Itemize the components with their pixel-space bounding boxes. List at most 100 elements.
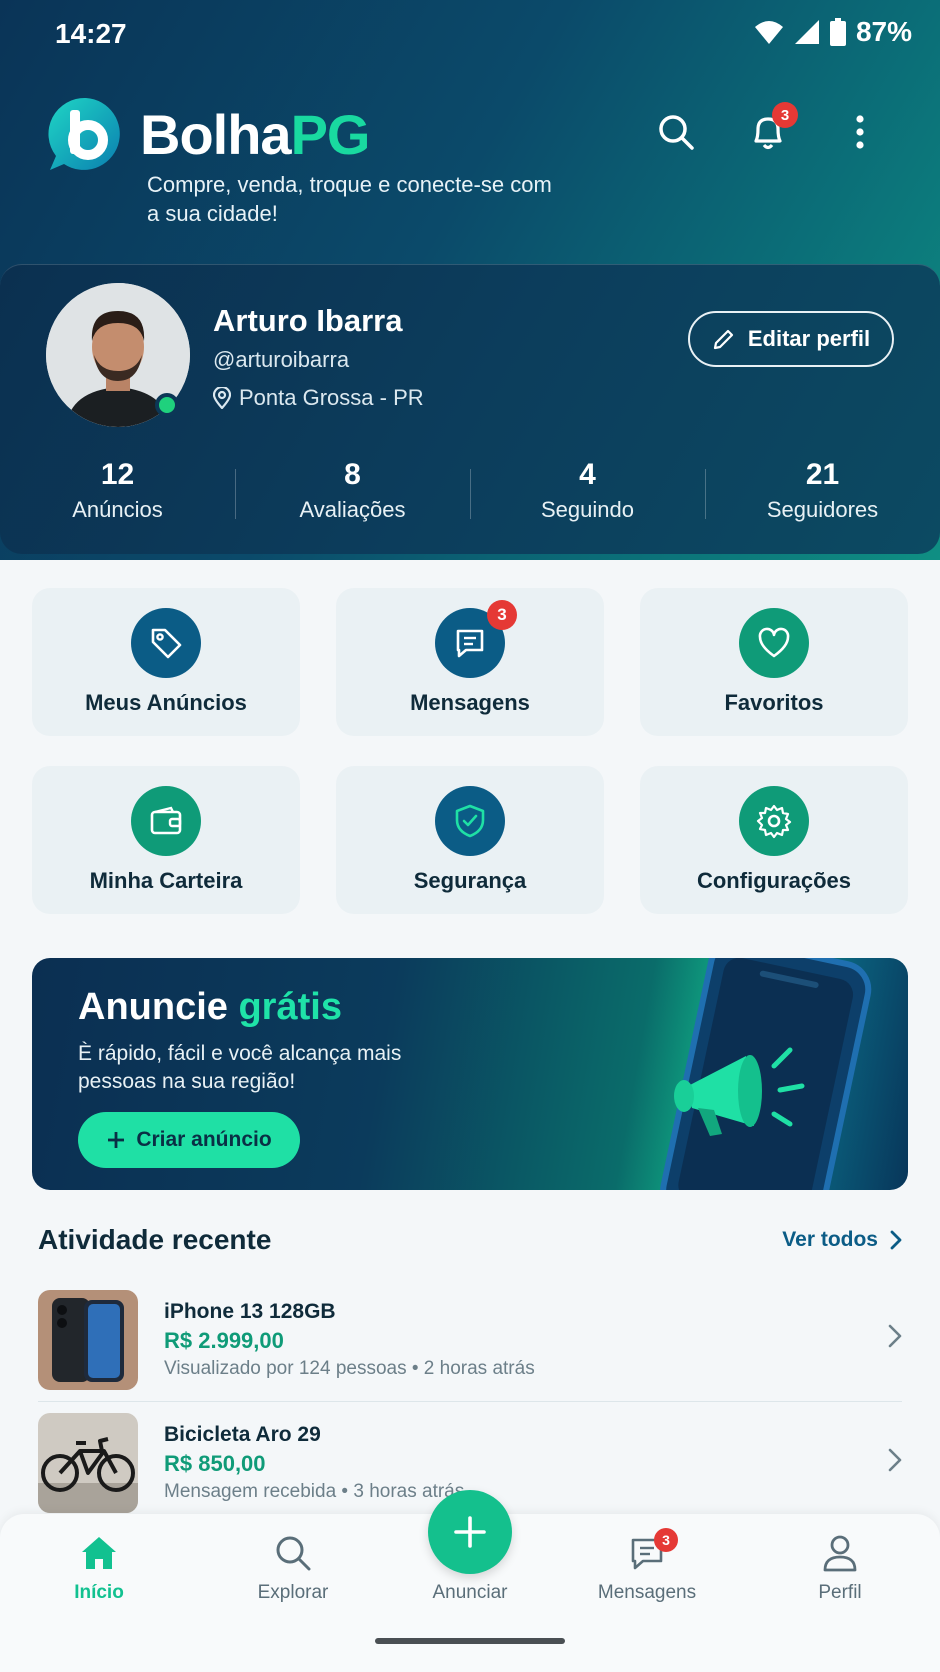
stat-label: Seguidores: [766, 497, 879, 522]
more-options-button[interactable]: [836, 108, 884, 156]
create-ad-button[interactable]: Criar anúncio: [78, 1112, 300, 1168]
nav-anunciar[interactable]: Anunciar: [405, 1490, 535, 1604]
header-actions: 3: [652, 102, 884, 156]
nav-label: Início: [74, 1582, 124, 1603]
message-icon: 3: [582, 1528, 712, 1576]
battery-level: 87%: [855, 16, 912, 47]
stat-label: Seguindo: [541, 497, 634, 522]
nav-label: Anunciar: [432, 1582, 508, 1603]
plus-icon: [428, 1490, 512, 1574]
section-title: Atividade recente: [38, 1224, 272, 1255]
phone-megaphone-illustration: [660, 958, 872, 1190]
see-all-label: Ver todos: [782, 1228, 878, 1251]
tile-minha-carteira[interactable]: Minha Carteira: [32, 766, 300, 914]
see-all-link[interactable]: Ver todos: [782, 1228, 902, 1252]
tile-mensagens[interactable]: 3 Mensagens: [336, 588, 604, 736]
nav-messages-badge: 3: [654, 1528, 678, 1552]
chevron-right-icon: [888, 1448, 902, 1472]
battery-icon: [829, 18, 846, 46]
edit-profile-button[interactable]: Editar perfil: [688, 311, 894, 367]
nav-explorar[interactable]: Explorar: [228, 1530, 358, 1604]
nav-label: Mensagens: [597, 1582, 697, 1603]
stat-seguidores[interactable]: 21 Seguidores: [705, 455, 940, 535]
tile-seguranca[interactable]: Segurança: [336, 766, 604, 914]
bottom-navigation: Início Explorar Anunciar 3 Mensagens Per…: [0, 1490, 940, 1672]
tile-meus-anuncios[interactable]: Meus Anúncios: [32, 588, 300, 736]
product-thumbnail: [38, 1413, 138, 1513]
item-price: R$ 2.999,00: [164, 1327, 284, 1353]
brand: BolhaPG: [46, 94, 371, 174]
online-status-indicator: [155, 393, 179, 417]
wallet-icon: [131, 786, 201, 856]
stat-value: 4: [579, 458, 596, 491]
shortcut-tiles: Meus Anúncios 3 Mensagens Favoritos Minh…: [32, 588, 908, 914]
brand-name-accent: PG: [290, 102, 371, 166]
tile-favoritos[interactable]: Favoritos: [640, 588, 908, 736]
item-meta: Visualizado por 124 pessoas • 2 horas at…: [164, 1357, 535, 1379]
stat-avaliacoes[interactable]: 8 Avaliações: [235, 455, 470, 535]
tag-icon: [131, 608, 201, 678]
profile-name: Arturo Ibarra: [213, 303, 403, 338]
tile-configuracoes[interactable]: Configurações: [640, 766, 908, 914]
pencil-icon: [713, 329, 733, 350]
search-icon: [659, 115, 694, 150]
profile-handle: @arturoibarra: [213, 347, 350, 372]
stat-value: 21: [805, 458, 840, 491]
tile-label: Favoritos: [724, 690, 824, 715]
notifications-badge: 3: [772, 102, 798, 128]
brand-name-main: Bolha: [140, 102, 292, 166]
home-icon: [34, 1530, 164, 1576]
gear-icon: [739, 786, 809, 856]
logo-icon: [46, 94, 126, 174]
list-item[interactable]: iPhone 13 128GB R$ 2.999,00 Visualizado …: [38, 1278, 902, 1401]
nav-label: Perfil: [818, 1582, 862, 1603]
profile-stats: 12 Anúncios 8 Avaliações 4 Seguindo 21 S…: [0, 455, 940, 535]
tile-label: Meus Anúncios: [85, 690, 247, 715]
plus-icon: [108, 1132, 125, 1148]
create-ad-label: Criar anúncio: [136, 1128, 272, 1151]
tile-label: Configurações: [696, 868, 852, 893]
notifications-button[interactable]: 3: [744, 102, 798, 156]
home-indicator[interactable]: [375, 1638, 565, 1644]
stat-seguindo[interactable]: 4 Seguindo: [470, 455, 705, 535]
nav-label: Explorar: [257, 1582, 329, 1603]
tile-label: Mensagens: [410, 690, 530, 715]
heart-icon: [739, 608, 809, 678]
user-icon: [775, 1530, 905, 1576]
recent-activity-list: iPhone 13 128GB R$ 2.999,00 Visualizado …: [38, 1278, 902, 1524]
stat-label: Avaliações: [299, 497, 406, 522]
stat-label: Anúncios: [72, 497, 163, 522]
status-time: 14:27: [55, 18, 127, 49]
stat-value: 8: [344, 458, 361, 491]
tile-label: Segurança: [413, 868, 527, 893]
promo-title: Anuncie grátis: [78, 986, 342, 1029]
tagline: Compre, venda, troque e conecte-se com a…: [147, 172, 552, 226]
recent-activity-header: Atividade recente Ver todos: [38, 1224, 902, 1256]
wifi-icon: [754, 21, 783, 44]
status-bar: 14:27 87%: [0, 0, 940, 70]
item-title: Bicicleta Aro 29: [164, 1423, 321, 1446]
location-pin-icon: [213, 387, 231, 409]
promo-title-accent: grátis: [238, 986, 342, 1028]
item-title: iPhone 13 128GB: [164, 1299, 336, 1323]
search-icon: [228, 1530, 358, 1576]
shield-icon: [435, 786, 505, 856]
nav-mensagens[interactable]: 3 Mensagens: [582, 1528, 712, 1604]
profile-card: Arturo Ibarra @arturoibarra Ponta Grossa…: [0, 264, 940, 554]
promo-text: È rápido, fácil e você alcança mais pess…: [78, 1042, 402, 1093]
item-meta: Mensagem recebida • 3 horas atrás: [164, 1481, 465, 1502]
list-item-body: iPhone 13 128GB R$ 2.999,00 Visualizado …: [164, 1298, 535, 1382]
nav-inicio[interactable]: Início: [34, 1530, 164, 1604]
status-icons: 87%: [754, 16, 912, 48]
chevron-right-icon: [890, 1230, 902, 1250]
edit-profile-label: Editar perfil: [747, 326, 871, 351]
messages-badge: 3: [487, 600, 517, 630]
stat-value: 12: [100, 458, 135, 491]
signal-icon: [794, 20, 819, 44]
promo-title-main: Anuncie: [78, 986, 228, 1028]
search-button[interactable]: [652, 108, 700, 156]
promo-banner[interactable]: Anuncie grátis È rápido, fácil e você al…: [32, 958, 908, 1190]
stat-anuncios[interactable]: 12 Anúncios: [0, 455, 235, 535]
nav-perfil[interactable]: Perfil: [775, 1530, 905, 1604]
brand-name: BolhaPG: [140, 102, 371, 167]
